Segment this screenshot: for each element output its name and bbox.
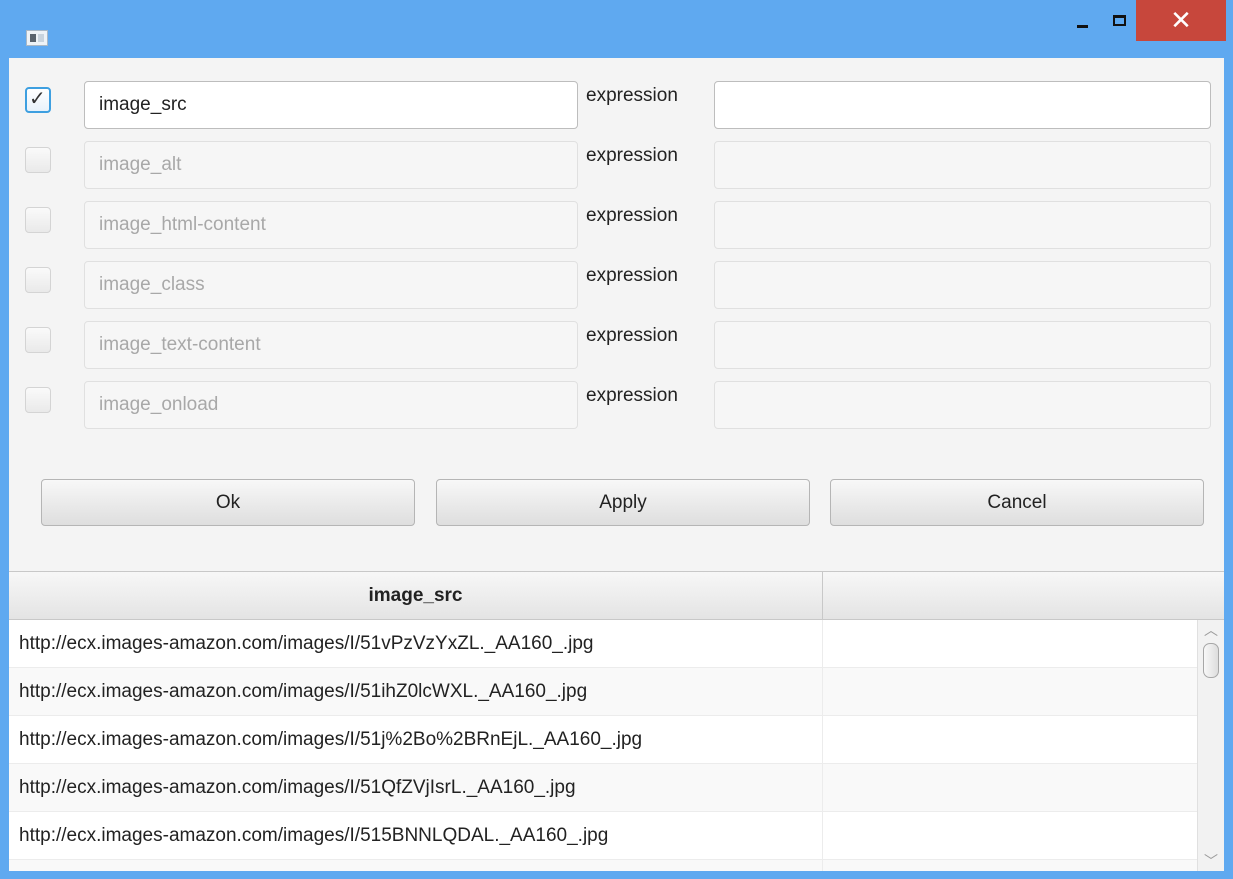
table-row[interactable]: http://ecx.images-amazon.com/images/I/51… (9, 668, 1197, 716)
checkmark-icon: ✓ (29, 88, 46, 110)
scroll-down-arrow-icon[interactable]: ﹀ (1198, 851, 1224, 871)
expression-label: expression (586, 385, 678, 406)
field-checkbox[interactable] (25, 327, 51, 353)
field-name-input[interactable]: image_alt (84, 141, 578, 189)
table-row[interactable] (9, 860, 1197, 871)
table-cell: http://ecx.images-amazon.com/images/I/51… (9, 812, 823, 860)
table-cell (823, 668, 1197, 716)
expression-label: expression (586, 265, 678, 286)
field-row-image-class: image_class expression (9, 261, 1224, 309)
window-app-icon (26, 30, 48, 46)
column-header-empty[interactable] (823, 572, 1224, 620)
field-name-input[interactable]: image_text-content (84, 321, 578, 369)
minimize-icon (1076, 25, 1088, 28)
field-row-image-alt: image_alt expression (9, 141, 1224, 189)
dialog-content: ✓ image_src expression image_alt express… (9, 58, 1224, 871)
expression-input[interactable] (714, 321, 1211, 369)
minimize-button[interactable] (1062, 0, 1102, 41)
table-header: image_src (9, 572, 1224, 620)
vertical-scrollbar[interactable]: ︿ ﹀ (1197, 620, 1224, 871)
maximize-button[interactable] (1102, 0, 1136, 41)
table-cell: http://ecx.images-amazon.com/images/I/51… (9, 668, 823, 716)
table-row[interactable]: http://ecx.images-amazon.com/images/I/51… (9, 764, 1197, 812)
field-row-image-onload: image_onload expression (9, 381, 1224, 429)
table-row[interactable]: http://ecx.images-amazon.com/images/I/51… (9, 812, 1197, 860)
close-button[interactable]: ✕ (1136, 0, 1226, 41)
field-checkbox[interactable] (25, 207, 51, 233)
field-checkbox[interactable]: ✓ (25, 87, 51, 113)
field-checkbox[interactable] (25, 387, 51, 413)
table-row[interactable]: http://ecx.images-amazon.com/images/I/51… (9, 620, 1197, 668)
field-row-image-src: ✓ image_src expression (9, 81, 1224, 129)
title-bar: ✕ (0, 0, 1233, 58)
table-cell (823, 716, 1197, 764)
field-row-image-text-content: image_text-content expression (9, 321, 1224, 369)
field-name-input[interactable]: image_onload (84, 381, 578, 429)
close-icon: ✕ (1170, 5, 1192, 35)
results-table: image_src http://ecx.images-amazon.com/i… (9, 571, 1224, 871)
expression-input[interactable] (714, 381, 1211, 429)
table-cell (823, 812, 1197, 860)
expression-input[interactable] (714, 201, 1211, 249)
expression-label: expression (586, 145, 678, 166)
expression-input[interactable] (714, 141, 1211, 189)
field-name-input[interactable]: image_html-content (84, 201, 578, 249)
field-name-input[interactable]: image_src (84, 81, 578, 129)
table-cell: http://ecx.images-amazon.com/images/I/51… (9, 620, 823, 668)
scroll-thumb[interactable] (1203, 643, 1219, 678)
column-header-image-src[interactable]: image_src (9, 572, 823, 620)
table-cell (823, 620, 1197, 668)
expression-label: expression (586, 85, 678, 106)
table-cell (823, 764, 1197, 812)
maximize-icon (1112, 15, 1126, 26)
expression-label: expression (586, 205, 678, 226)
ok-button[interactable]: Ok (41, 479, 415, 526)
expression-label: expression (586, 325, 678, 346)
table-cell (823, 860, 1197, 871)
expression-input[interactable] (714, 81, 1211, 129)
field-checkbox[interactable] (25, 267, 51, 293)
table-row[interactable]: http://ecx.images-amazon.com/images/I/51… (9, 716, 1197, 764)
scroll-up-arrow-icon[interactable]: ︿ (1198, 620, 1224, 640)
apply-button[interactable]: Apply (436, 479, 810, 526)
field-checkbox[interactable] (25, 147, 51, 173)
table-cell (9, 860, 823, 871)
dialog-window: ✕ ✓ image_src expression image_alt expre… (0, 0, 1233, 879)
table-cell: http://ecx.images-amazon.com/images/I/51… (9, 716, 823, 764)
expression-input[interactable] (714, 261, 1211, 309)
field-name-input[interactable]: image_class (84, 261, 578, 309)
cancel-button[interactable]: Cancel (830, 479, 1204, 526)
table-cell: http://ecx.images-amazon.com/images/I/51… (9, 764, 823, 812)
field-row-image-html-content: image_html-content expression (9, 201, 1224, 249)
table-body: http://ecx.images-amazon.com/images/I/51… (9, 620, 1197, 871)
